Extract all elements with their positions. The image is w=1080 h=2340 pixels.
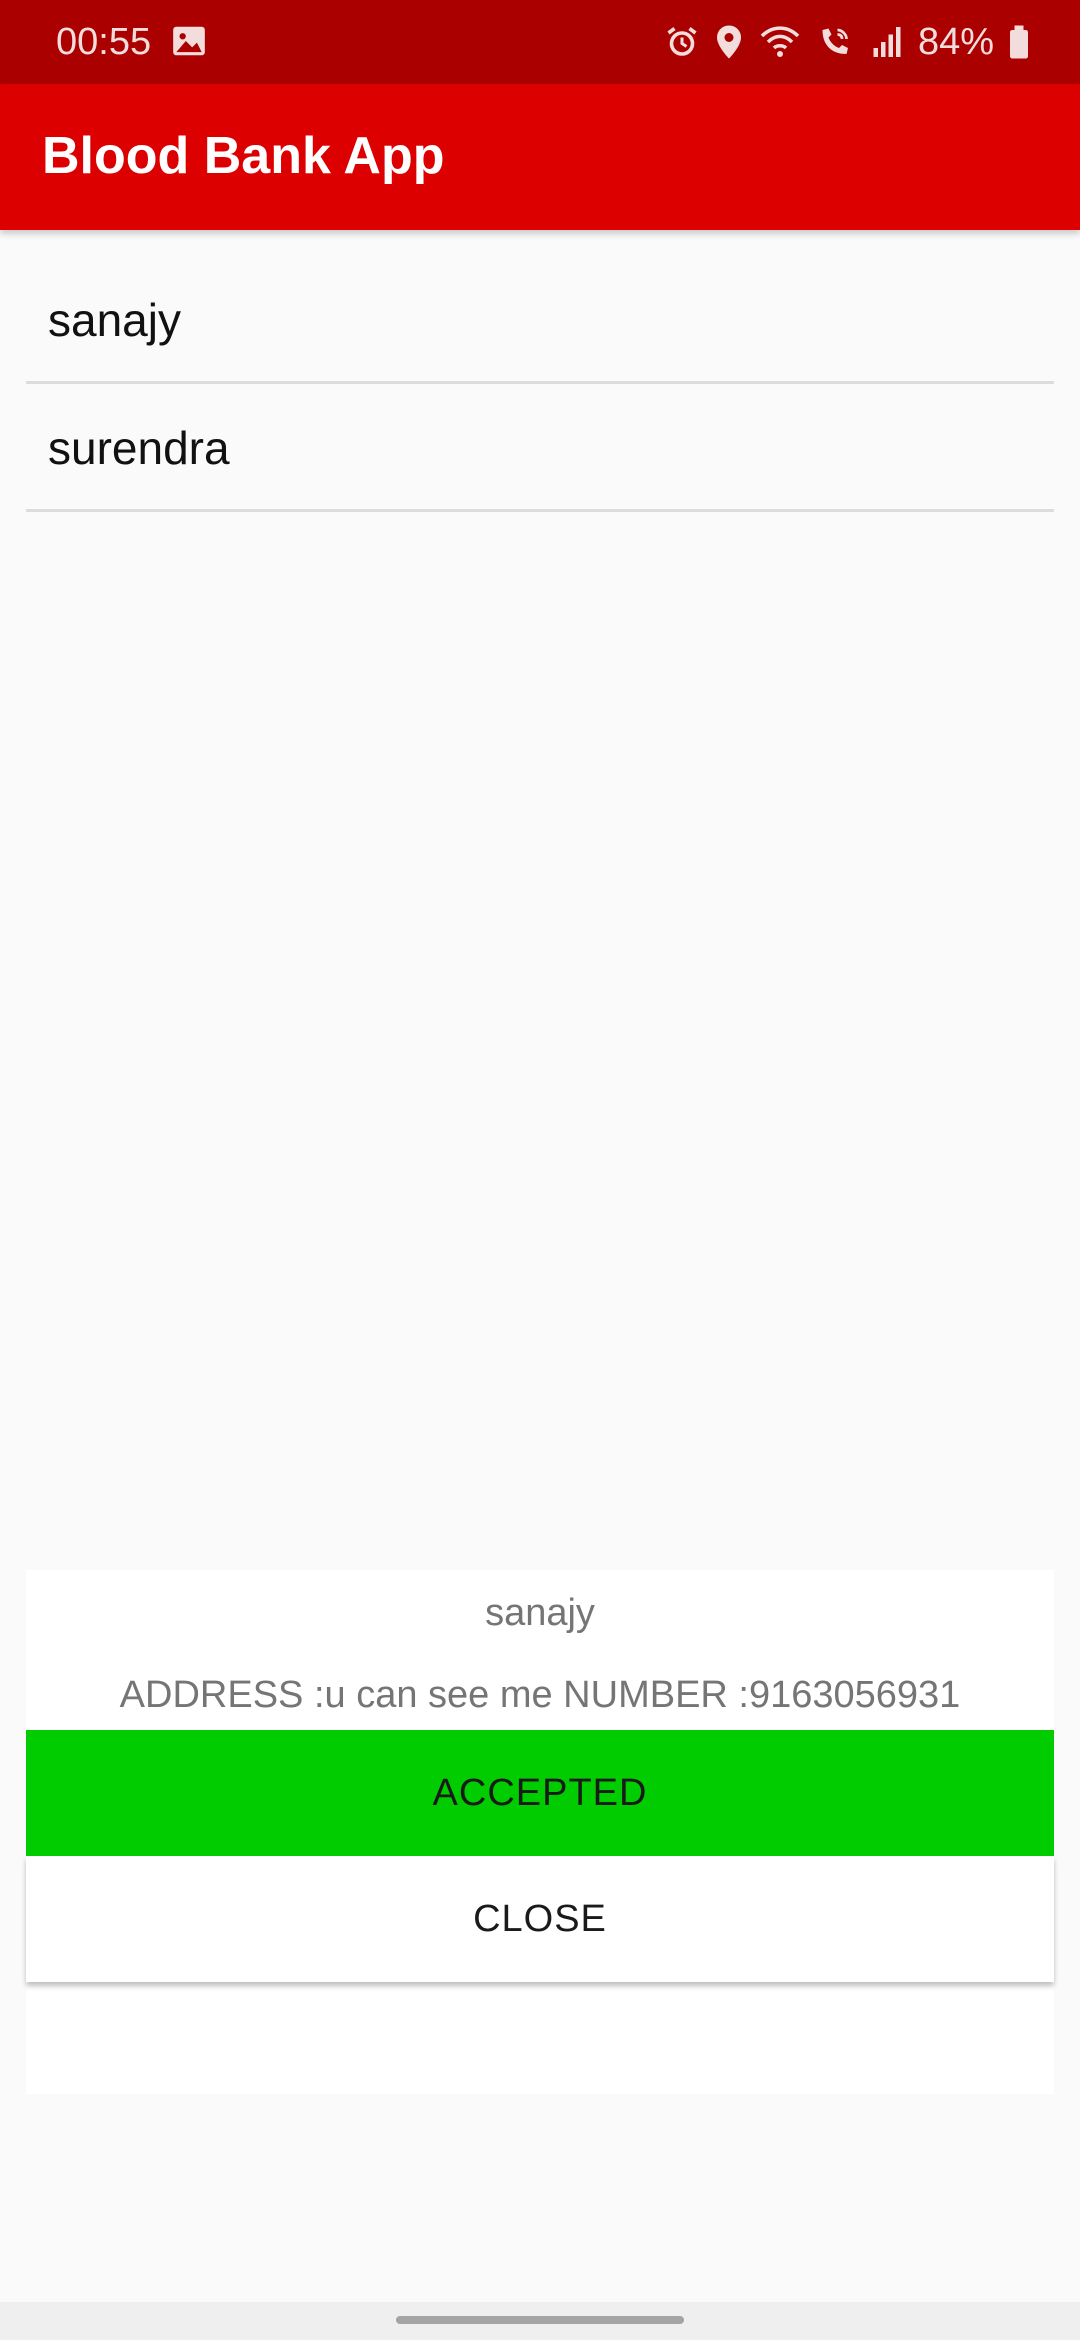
wifi-calling-icon: [816, 24, 856, 60]
dialog-message: ADDRESS :u can see me NUMBER :9163056931: [119, 1674, 961, 1716]
wifi-icon: [758, 24, 802, 60]
app-title: Blood Bank App: [42, 127, 445, 185]
status-icons: 84%: [664, 18, 1030, 66]
battery-icon: [1008, 24, 1030, 60]
image-icon: [170, 22, 208, 60]
app-bar: Blood Bank App: [0, 84, 1080, 230]
battery-percentage: 84%: [917, 21, 994, 63]
list-item[interactable]: surendra: [26, 384, 1054, 512]
donor-details-dialog: sanajy ADDRESS :u can see me NUMBER :916…: [26, 1570, 1054, 2094]
signal-icon: [870, 24, 904, 60]
location-icon: [714, 24, 744, 60]
accepted-button[interactable]: ACCEPTED: [26, 1730, 1054, 1856]
alarm-icon: [664, 24, 700, 60]
status-time: 00:55: [56, 21, 152, 63]
donor-name: surendra: [48, 422, 230, 474]
close-button[interactable]: CLOSE: [26, 1856, 1054, 1982]
donor-name: sanajy: [48, 294, 181, 346]
dialog-title: sanajy: [485, 1592, 595, 1634]
navigation-bar: [0, 2302, 1080, 2340]
home-handle[interactable]: [396, 2316, 684, 2324]
list-item[interactable]: sanajy: [26, 256, 1054, 384]
donor-list: sanajy surendra: [26, 256, 1054, 512]
status-bar: 00:55 84%: [0, 0, 1080, 84]
